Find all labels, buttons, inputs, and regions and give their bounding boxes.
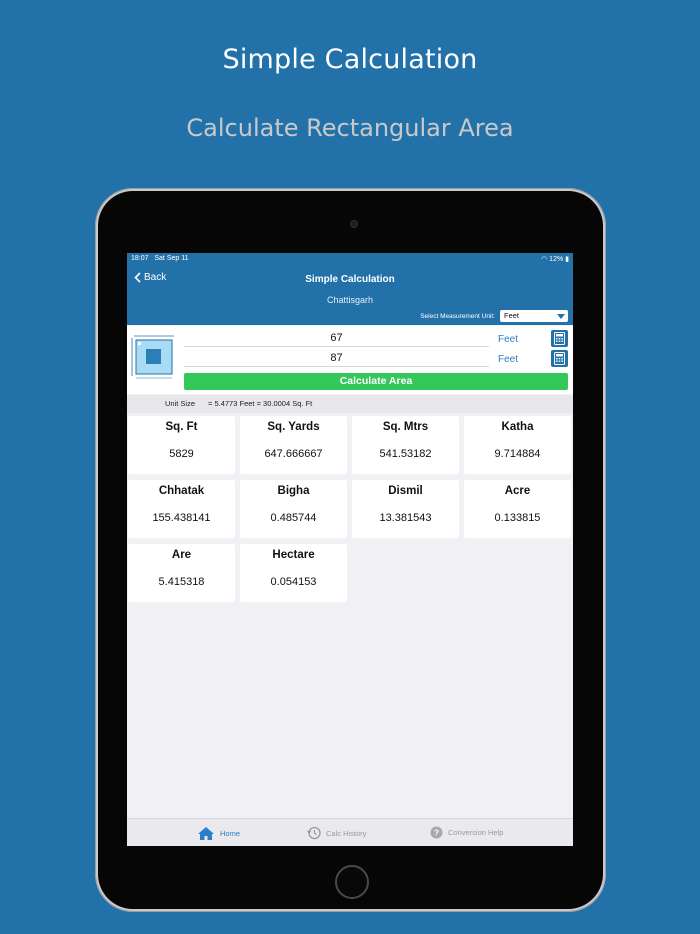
input-panel: 67 87 Feet Feet Calculate Area [127, 326, 573, 394]
chevron-down-icon [557, 314, 565, 319]
tab-history-label: Calc History [326, 828, 367, 838]
help-icon: ? [430, 826, 443, 839]
tab-conversion-help[interactable]: ? Conversion Help [430, 826, 503, 839]
result-value: 0.485744 [270, 512, 317, 524]
result-card-dismil: Dismil 13.381543 [352, 480, 459, 538]
status-battery: ◠ 12% ▮ [541, 256, 569, 263]
result-value: 9.714884 [494, 448, 541, 460]
width-input[interactable]: 87 [184, 349, 489, 367]
length-calculator-button[interactable] [551, 330, 568, 347]
calculate-area-button[interactable]: Calculate Area [184, 373, 568, 390]
result-card-chhatak: Chhatak 155.438141 [128, 480, 235, 538]
unit-select[interactable]: Feet [500, 310, 568, 322]
nav-title: Simple Calculation [305, 274, 395, 285]
result-title: Acre [504, 485, 531, 497]
app-screen: 18:07 Sat Sep 11 ◠ 12% ▮ Back Simple Cal… [127, 253, 573, 846]
result-card-sq-yards: Sq. Yards 647.666667 [240, 416, 347, 474]
result-title: Are [171, 549, 192, 561]
result-card-sq-ft: Sq. Ft 5829 [128, 416, 235, 474]
result-title: Hectare [272, 549, 315, 561]
unit-size-value: = 5.4773 Feet = 30.0004 Sq. Ft [208, 399, 313, 408]
result-card-bigha: Bigha 0.485744 [240, 480, 347, 538]
result-title: Sq. Ft [165, 421, 198, 433]
result-value: 647.666667 [264, 448, 323, 460]
length-input[interactable]: 67 [184, 329, 489, 347]
status-time: 18:07 Sat Sep 11 [131, 255, 189, 262]
tab-bar: Home Calc History ? Conversion Help [127, 818, 573, 846]
result-title: Dismil [388, 485, 423, 497]
result-title: Sq. Yards [267, 421, 320, 433]
width-calculator-button[interactable] [551, 350, 568, 367]
result-value: 0.054153 [270, 576, 317, 588]
tab-home[interactable]: Home [197, 826, 240, 841]
promo-title: Simple Calculation [222, 44, 478, 75]
home-icon [198, 827, 214, 840]
camera-icon [350, 220, 358, 228]
width-unit: Feet [498, 354, 519, 365]
tablet-home-button[interactable] [335, 865, 369, 899]
promo-subtitle: Calculate Rectangular Area [186, 114, 514, 142]
svg-text:?: ? [434, 828, 439, 838]
unit-select-label: Select Measurement Unit: [420, 313, 495, 320]
result-value: 155.438141 [152, 512, 211, 524]
result-card-hectare: Hectare 0.054153 [240, 544, 347, 602]
result-card-sq-mtrs: Sq. Mtrs 541.53182 [352, 416, 459, 474]
result-title: Sq. Mtrs [382, 421, 429, 433]
result-value: 13.381543 [379, 512, 432, 524]
unit-size-row: Unit Size = 5.4773 Feet = 30.0004 Sq. Ft [127, 395, 573, 413]
length-unit: Feet [498, 334, 519, 345]
rectangle-diagram-icon [131, 335, 174, 379]
calculator-icon [554, 352, 565, 365]
unit-size-label: Unit Size [165, 399, 196, 408]
result-card-katha: Katha 9.714884 [464, 416, 571, 474]
app-header: 18:07 Sat Sep 11 ◠ 12% ▮ Back Simple Cal… [127, 253, 573, 325]
unit-select-value: Feet [504, 311, 520, 320]
battery-icon: ▮ [565, 256, 569, 263]
result-card-are: Are 5.415318 [128, 544, 235, 602]
result-card-acre: Acre 0.133815 [464, 480, 571, 538]
calculator-icon [554, 332, 565, 345]
history-icon [307, 826, 321, 840]
wifi-icon: ◠ [541, 256, 548, 263]
tab-calc-history[interactable]: Calc History [307, 826, 366, 840]
result-title: Chhatak [158, 485, 205, 497]
result-title: Katha [501, 421, 534, 433]
nav-subtitle: Chattisgarh [326, 295, 374, 305]
tab-help-label: Conversion Help [448, 828, 504, 837]
result-value: 0.133815 [494, 512, 541, 524]
tab-home-label: Home [220, 829, 241, 838]
result-title: Bigha [277, 485, 310, 497]
status-bar: 18:07 Sat Sep 11 ◠ 12% ▮ [131, 255, 569, 265]
result-value: 5.415318 [158, 576, 205, 588]
result-value: 541.53182 [379, 448, 432, 460]
result-value: 5829 [169, 448, 194, 460]
